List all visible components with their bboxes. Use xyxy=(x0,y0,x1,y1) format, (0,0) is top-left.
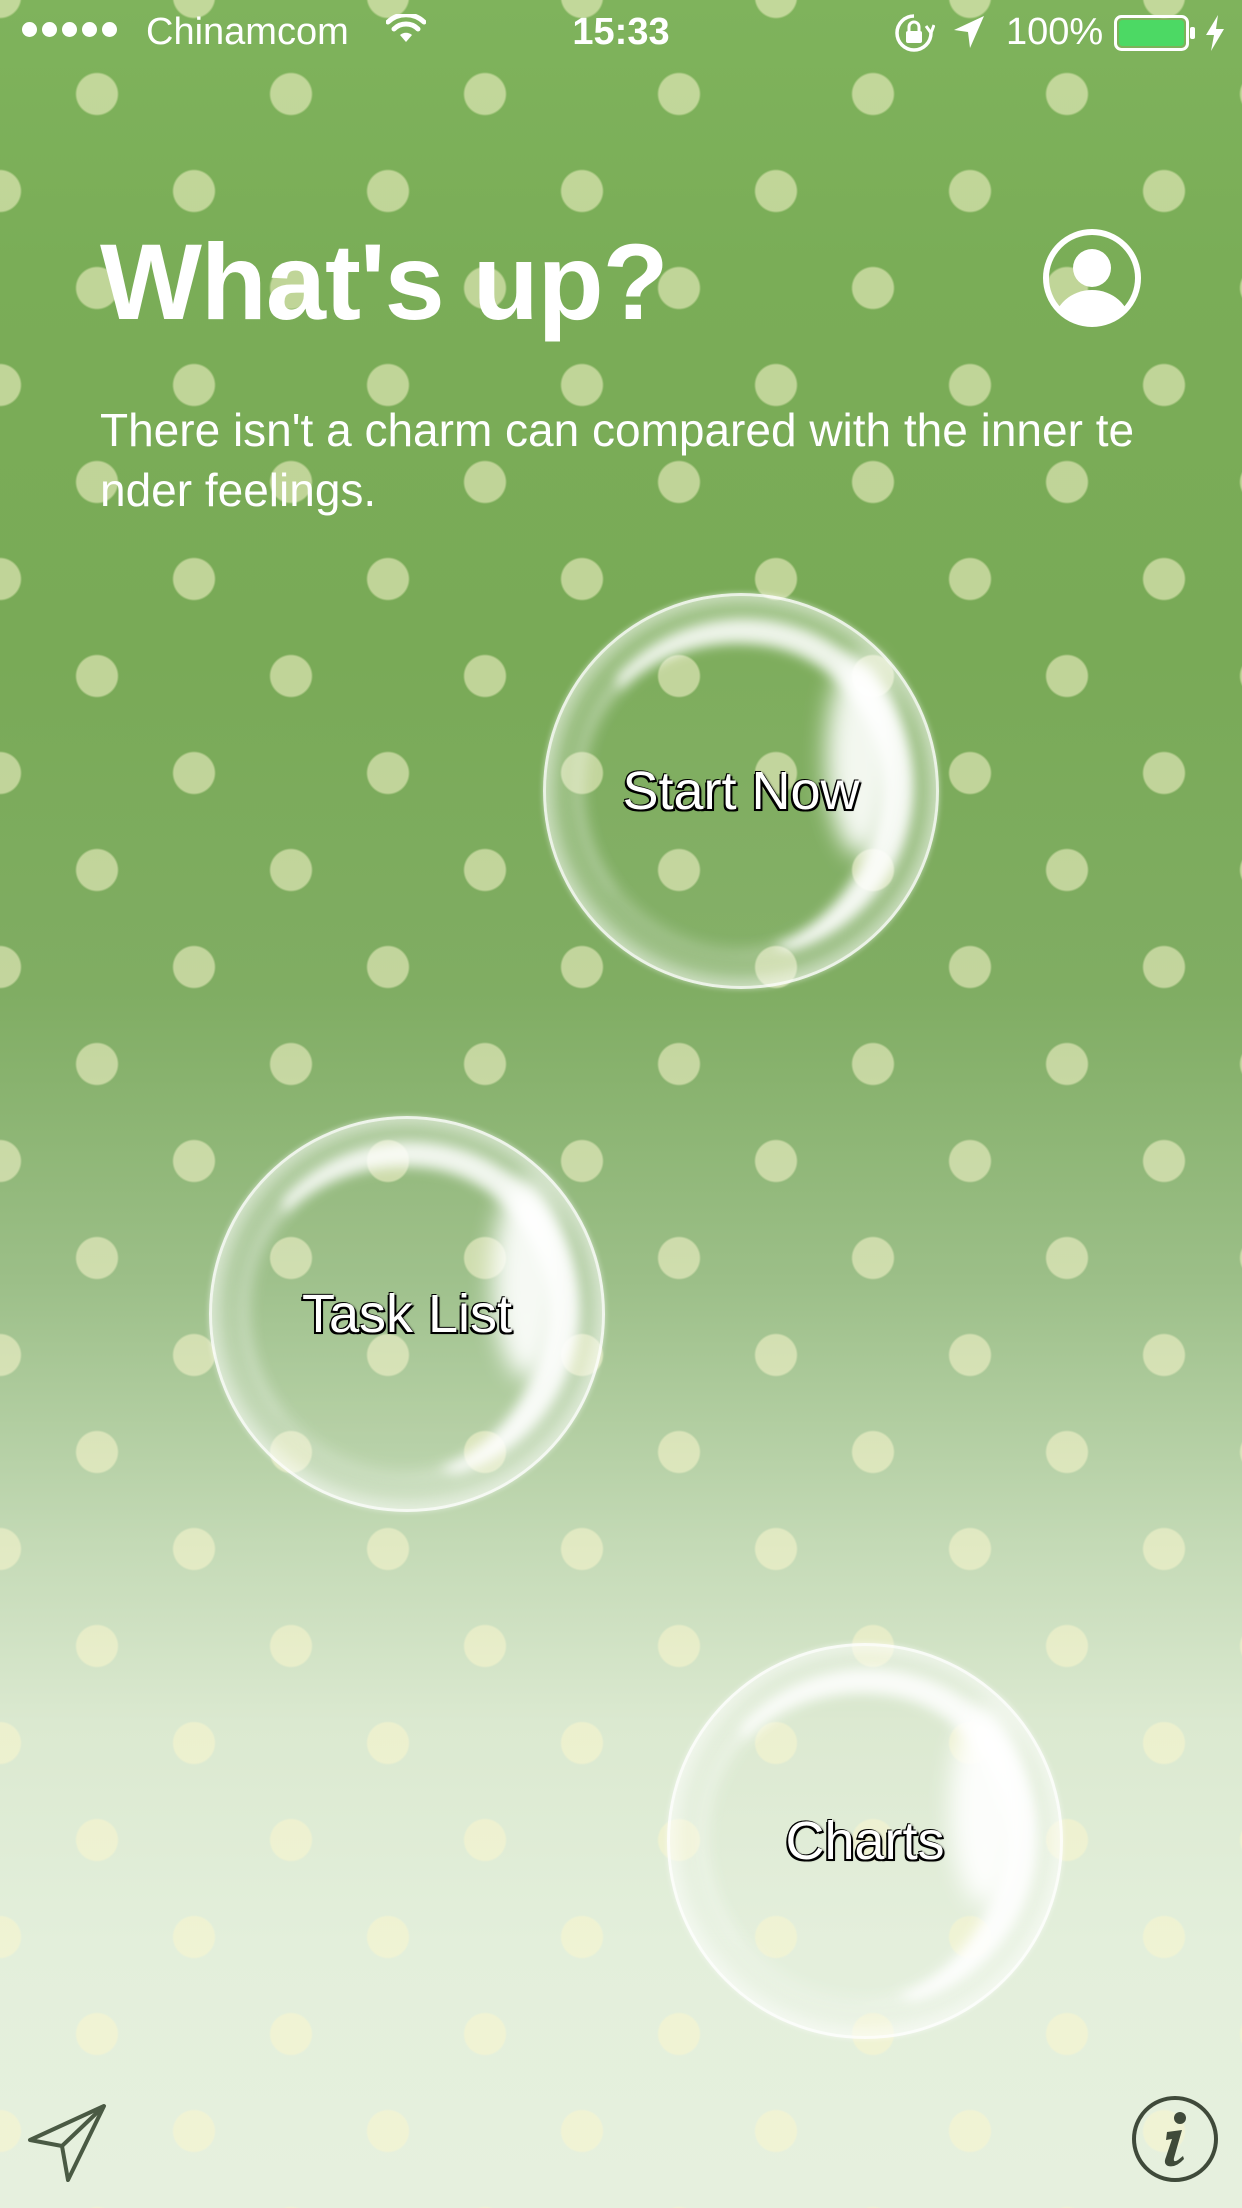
profile-button[interactable] xyxy=(1042,228,1142,328)
bubble-glare xyxy=(826,656,896,856)
send-arrow-icon xyxy=(28,2104,106,2182)
orientation-lock-icon xyxy=(895,14,935,52)
info-button[interactable] xyxy=(1130,2094,1220,2184)
start-now-button[interactable]: Start Now xyxy=(543,591,941,989)
battery-percentage: 100% xyxy=(1006,11,1104,53)
subtitle: There isn't a charm can compared with th… xyxy=(100,404,1135,516)
charts-button[interactable]: Charts xyxy=(667,1641,1065,2039)
charts-label: Charts xyxy=(785,1811,945,1871)
start-now-label: Start Now xyxy=(622,761,860,821)
info-icon xyxy=(1132,2096,1218,2182)
charging-bolt-icon xyxy=(1206,15,1224,51)
bubble-glare xyxy=(492,1179,562,1379)
task-list-label: Task List xyxy=(301,1284,513,1344)
battery-icon xyxy=(1114,15,1195,51)
bubble-glare xyxy=(950,1706,1020,1906)
status-bar: Chinamcom 15:33 100% xyxy=(0,0,1242,66)
user-circle-icon xyxy=(1043,229,1141,327)
task-list-button[interactable]: Task List xyxy=(209,1114,607,1512)
send-button[interactable] xyxy=(24,2100,110,2186)
page-title: What's up? xyxy=(100,221,669,342)
location-arrow-icon xyxy=(954,16,984,48)
